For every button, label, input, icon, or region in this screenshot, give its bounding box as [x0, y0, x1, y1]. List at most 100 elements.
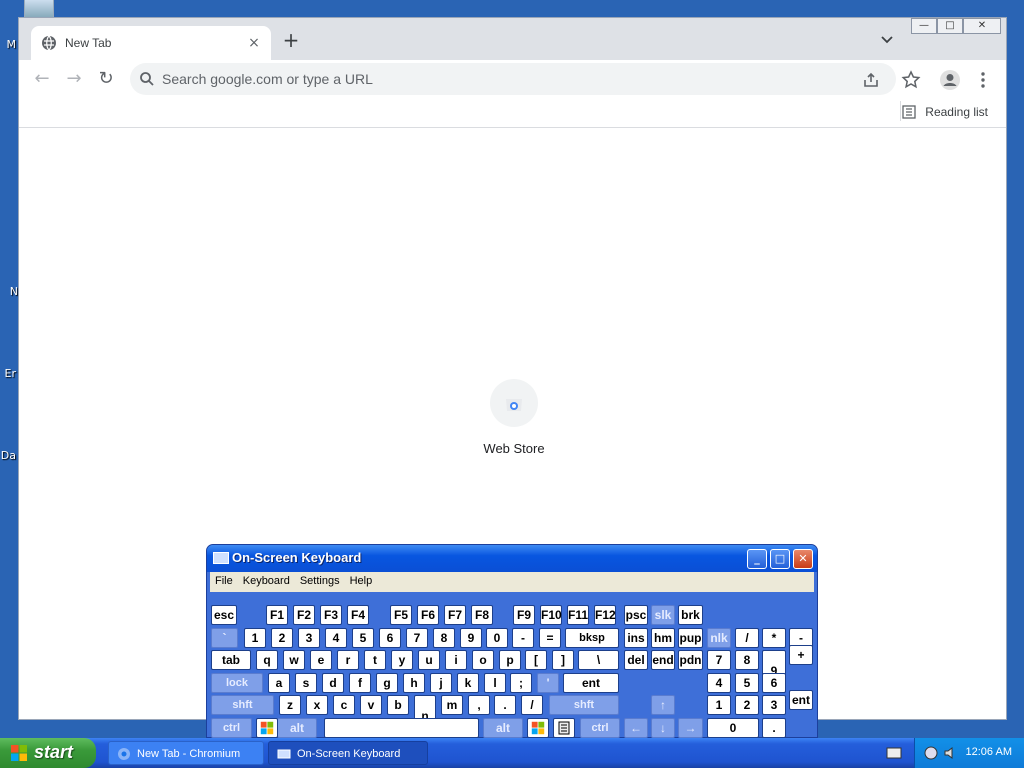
key-72[interactable]: 5	[735, 673, 759, 693]
key-42[interactable]: t	[364, 650, 386, 670]
space-bar[interactable]	[324, 718, 479, 738]
osk-title-bar[interactable]: On-Screen Keyboard _ □ ✕	[207, 545, 817, 572]
key-60[interactable]: s	[295, 673, 317, 693]
key-70[interactable]: ent	[563, 673, 619, 693]
desktop-computer-icon[interactable]	[24, 0, 54, 18]
bookmark-star-icon[interactable]	[900, 69, 922, 91]
key-87[interactable]: 1	[707, 695, 731, 715]
key-55[interactable]: 8	[735, 650, 759, 670]
key-61[interactable]: d	[322, 673, 344, 693]
key-93[interactable]: alt	[483, 718, 523, 738]
key-64[interactable]: h	[403, 673, 425, 693]
key-78[interactable]: v	[360, 695, 382, 715]
key-10[interactable]: F10	[540, 605, 562, 625]
start-button[interactable]: start	[0, 738, 96, 768]
key-73[interactable]: 6	[762, 673, 786, 693]
key-13[interactable]: psc	[624, 605, 648, 625]
share-icon[interactable]	[862, 71, 880, 89]
key-0[interactable]: esc	[211, 605, 237, 625]
windows-key-right[interactable]	[527, 718, 549, 738]
address-input[interactable]	[162, 69, 822, 89]
key-27[interactable]: -	[512, 628, 534, 648]
key-3[interactable]: F3	[320, 605, 342, 625]
key-33[interactable]: nlk	[707, 628, 731, 648]
key-1[interactable]: F1	[266, 605, 288, 625]
shortcut-web-store[interactable]: Web Store	[464, 379, 564, 479]
key-59[interactable]: a	[268, 673, 290, 693]
key-52[interactable]: end	[651, 650, 675, 670]
key-95[interactable]: ←	[624, 718, 648, 738]
key-86[interactable]: ↑	[651, 695, 675, 715]
key-39[interactable]: w	[283, 650, 305, 670]
menu-keyboard[interactable]: Keyboard	[238, 572, 295, 592]
clock[interactable]: 12:06 AM	[966, 746, 1012, 758]
forward-icon[interactable]: →	[63, 68, 85, 90]
key-38[interactable]: q	[256, 650, 278, 670]
key-43[interactable]: y	[391, 650, 413, 670]
close-button[interactable]: ✕	[963, 18, 1001, 34]
key-32[interactable]: pup	[678, 628, 703, 648]
menu-help[interactable]: Help	[345, 572, 378, 592]
desktop-icon-label[interactable]: N	[0, 285, 18, 298]
tab-close-icon[interactable]: ×	[245, 34, 263, 52]
back-icon[interactable]: ←	[31, 68, 53, 90]
key-81[interactable]: m	[441, 695, 463, 715]
key-41[interactable]: r	[337, 650, 359, 670]
key-4[interactable]: F4	[347, 605, 369, 625]
key-63[interactable]: g	[376, 673, 398, 693]
omnibox[interactable]	[130, 63, 896, 95]
reading-list-button[interactable]: Reading list	[901, 103, 988, 121]
key-90[interactable]: ent	[789, 690, 813, 710]
desktop-icon-label[interactable]: Er	[0, 367, 16, 380]
key-62[interactable]: f	[349, 673, 371, 693]
key-23[interactable]: 7	[406, 628, 428, 648]
key-65[interactable]: j	[430, 673, 452, 693]
key-77[interactable]: c	[333, 695, 355, 715]
key-21[interactable]: 5	[352, 628, 374, 648]
key-29[interactable]: bksp	[565, 628, 619, 648]
key-75[interactable]: z	[279, 695, 301, 715]
key-99[interactable]: .	[762, 718, 786, 738]
key-53[interactable]: pdn	[678, 650, 703, 670]
key-7[interactable]: F7	[444, 605, 466, 625]
key-69[interactable]: '	[537, 673, 559, 693]
key-20[interactable]: 4	[325, 628, 347, 648]
key-92[interactable]: alt	[277, 718, 317, 738]
key-84[interactable]: /	[521, 695, 543, 715]
key-12[interactable]: F12	[594, 605, 616, 625]
key-88[interactable]: 2	[735, 695, 759, 715]
key-14[interactable]: slk	[651, 605, 675, 625]
key-44[interactable]: u	[418, 650, 440, 670]
profile-avatar-icon[interactable]	[939, 69, 961, 91]
key-79[interactable]: b	[387, 695, 409, 715]
key-34[interactable]: /	[735, 628, 759, 648]
key-83[interactable]: .	[494, 695, 516, 715]
app-menu-key[interactable]	[553, 718, 575, 738]
key-97[interactable]: →	[678, 718, 703, 738]
key-85[interactable]: shft	[549, 695, 619, 715]
key-31[interactable]: hm	[651, 628, 675, 648]
key-24[interactable]: 8	[433, 628, 455, 648]
key-76[interactable]: x	[306, 695, 328, 715]
key-82[interactable]: ,	[468, 695, 490, 715]
key-37[interactable]: tab	[211, 650, 251, 670]
chevron-down-icon[interactable]	[879, 32, 895, 48]
keyboard-language-icon[interactable]	[886, 746, 902, 760]
key-28[interactable]: =	[539, 628, 561, 648]
key-66[interactable]: k	[457, 673, 479, 693]
key-57[interactable]: +	[789, 645, 813, 665]
key-51[interactable]: del	[624, 650, 648, 670]
taskbar-item-chromium[interactable]: New Tab - Chromium	[108, 741, 264, 765]
key-16[interactable]: `	[211, 628, 238, 648]
tab-new-tab[interactable]: New Tab ×	[31, 26, 271, 60]
key-8[interactable]: F8	[471, 605, 493, 625]
key-96[interactable]: ↓	[651, 718, 675, 738]
key-9[interactable]: F9	[513, 605, 535, 625]
key-6[interactable]: F6	[417, 605, 439, 625]
key-2[interactable]: F2	[293, 605, 315, 625]
key-71[interactable]: 4	[707, 673, 731, 693]
key-11[interactable]: F11	[567, 605, 589, 625]
key-50[interactable]: \	[578, 650, 619, 670]
windows-key-left[interactable]	[256, 718, 278, 738]
osk-maximize-button[interactable]: □	[770, 549, 790, 569]
